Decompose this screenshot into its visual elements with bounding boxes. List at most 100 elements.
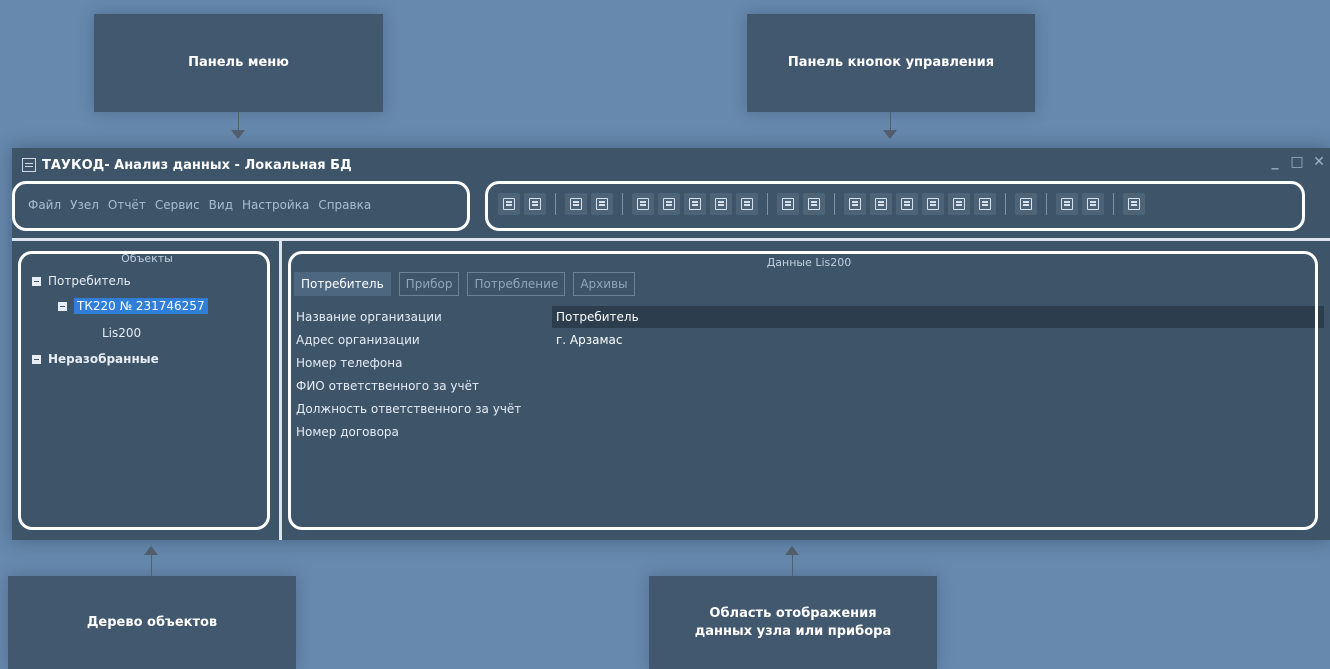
menu-item-node[interactable]: Узел bbox=[70, 198, 99, 212]
menu-item-service[interactable]: Сервис bbox=[155, 198, 200, 212]
toolbar bbox=[490, 186, 1145, 222]
app-logo-icon bbox=[22, 158, 36, 172]
monitor-icon[interactable] bbox=[844, 193, 866, 215]
menu-item-help[interactable]: Справка bbox=[318, 198, 371, 212]
field-value[interactable] bbox=[552, 352, 1324, 374]
database-table-icon[interactable] bbox=[1056, 193, 1078, 215]
callout-data-area-line1: Область отображения bbox=[709, 605, 877, 621]
minimize-icon[interactable]: _ bbox=[1268, 154, 1282, 170]
window-controls: _ □ ✕ bbox=[1268, 154, 1326, 170]
callout-stem bbox=[151, 555, 152, 576]
field-row-contract-number: Номер договора bbox=[294, 421, 1324, 443]
field-row-phone: Номер телефона bbox=[294, 352, 1324, 374]
toolbar-separator bbox=[767, 193, 768, 215]
field-label: Номер телефона bbox=[296, 356, 403, 370]
field-row-org-name: Название организации Потребитель bbox=[294, 306, 1324, 328]
document-icon[interactable] bbox=[736, 193, 758, 215]
export-icon[interactable] bbox=[922, 193, 944, 215]
hand-cursor-icon[interactable] bbox=[896, 193, 918, 215]
database-icon[interactable] bbox=[1082, 193, 1104, 215]
field-label: ФИО ответственного за учёт bbox=[296, 379, 479, 393]
callout-control-buttons-panel: Панель кнопок управления bbox=[747, 14, 1035, 112]
callout-arrow bbox=[883, 130, 897, 139]
close-icon[interactable]: ✕ bbox=[1312, 154, 1326, 170]
list-icon[interactable] bbox=[591, 193, 613, 215]
field-value[interactable]: г. Арзамас bbox=[552, 329, 1324, 351]
data-area-header: Данные Lis200 bbox=[766, 256, 852, 269]
tree-item-lis200[interactable]: Lis200 bbox=[102, 326, 141, 340]
window-title: ТАУКОД- Анализ данных - Локальная БД bbox=[42, 157, 352, 173]
field-value[interactable] bbox=[552, 375, 1324, 397]
tab-consumer[interactable]: Потребитель bbox=[294, 272, 391, 296]
object-tree: Объекты Потребитель ТК220 № 231746257 Li… bbox=[22, 248, 272, 528]
tree-item-label: ТК220 № 231746257 bbox=[74, 298, 208, 314]
field-label: Номер договора bbox=[296, 425, 399, 439]
import-icon[interactable] bbox=[974, 193, 996, 215]
panel-splitter[interactable] bbox=[279, 241, 282, 540]
callout-stem bbox=[792, 555, 793, 576]
field-value[interactable]: Потребитель bbox=[552, 306, 1324, 328]
collapse-icon[interactable] bbox=[32, 276, 41, 286]
tree-item-label: Потребитель bbox=[48, 274, 131, 288]
tab-archives[interactable]: Архивы bbox=[573, 272, 635, 296]
maximize-icon[interactable]: □ bbox=[1290, 154, 1304, 170]
title-bar: ТАУКОД- Анализ данных - Локальная БД _ □… bbox=[12, 148, 1330, 182]
tree-item-label: Lis200 bbox=[102, 326, 142, 340]
toolbar-separator bbox=[834, 193, 835, 215]
callout-stem bbox=[238, 112, 239, 130]
menu-item-view[interactable]: Вид bbox=[209, 198, 233, 212]
callout-arrow bbox=[144, 546, 158, 555]
chart-icon[interactable] bbox=[777, 193, 799, 215]
menu-item-report[interactable]: Отчёт bbox=[108, 198, 146, 212]
tab-bar: Потребитель Прибор Потребление Архивы bbox=[294, 272, 635, 296]
data-area: Данные Lis200 Потребитель Прибор Потребл… bbox=[294, 248, 1324, 528]
callout-object-tree: Дерево объектов bbox=[8, 576, 296, 669]
field-label: Адрес организации bbox=[296, 333, 420, 347]
device-icon[interactable] bbox=[710, 193, 732, 215]
field-row-responsible-position: Должность ответственного за учёт bbox=[294, 398, 1324, 420]
field-value[interactable] bbox=[552, 398, 1324, 420]
callout-data-area-line2: данных узла или прибора bbox=[694, 623, 892, 639]
tab-consumption[interactable]: Потребление bbox=[467, 272, 566, 296]
tree-branch-icon[interactable] bbox=[684, 193, 706, 215]
tree-query-icon[interactable] bbox=[632, 193, 654, 215]
toolbar-separator bbox=[622, 193, 623, 215]
field-row-responsible-name: ФИО ответственного за учёт bbox=[294, 375, 1324, 397]
menu-item-settings[interactable]: Настройка bbox=[242, 198, 309, 212]
calculator-icon[interactable] bbox=[870, 193, 892, 215]
list-add-icon[interactable] bbox=[498, 193, 520, 215]
callout-stem bbox=[890, 112, 891, 130]
stack-icon[interactable] bbox=[1123, 193, 1145, 215]
callout-menu-panel-label: Панель меню bbox=[188, 55, 289, 70]
menu-item-file[interactable]: Файл bbox=[28, 198, 61, 212]
callout-data-area: Область отображения данных узла или приб… bbox=[649, 576, 937, 669]
tree-header: Объекты bbox=[121, 252, 173, 265]
toolbar-separator bbox=[555, 193, 556, 215]
field-label: Должность ответственного за учёт bbox=[296, 402, 522, 416]
add-node-icon[interactable] bbox=[658, 193, 680, 215]
callout-object-tree-label: Дерево объектов bbox=[86, 614, 218, 630]
app-window: ТАУКОД- Анализ данных - Локальная БД _ □… bbox=[12, 148, 1330, 540]
callout-arrow bbox=[785, 546, 799, 555]
tree-item-unsorted[interactable]: Неразобранные bbox=[32, 352, 159, 366]
field-row-org-address: Адрес организации г. Арзамас bbox=[294, 329, 1324, 351]
tree-item-device[interactable]: ТК220 № 231746257 bbox=[58, 298, 208, 314]
callout-menu-panel: Панель меню bbox=[94, 14, 383, 112]
callout-control-buttons-label: Панель кнопок управления bbox=[787, 55, 995, 70]
tree-item-consumer[interactable]: Потребитель bbox=[32, 274, 131, 288]
collapse-icon[interactable] bbox=[58, 301, 67, 311]
toolbar-separator bbox=[1046, 193, 1047, 215]
table-icon[interactable] bbox=[948, 193, 970, 215]
settings-gear-icon[interactable] bbox=[1015, 193, 1037, 215]
report-icon[interactable] bbox=[803, 193, 825, 215]
toolbar-separator bbox=[1113, 193, 1114, 215]
callout-arrow bbox=[231, 130, 245, 139]
toolbar-divider bbox=[12, 238, 1330, 241]
field-value[interactable] bbox=[552, 421, 1324, 443]
list-filter-icon[interactable] bbox=[524, 193, 546, 215]
tree-item-label: Неразобранные bbox=[48, 352, 159, 366]
toolbar-separator bbox=[1005, 193, 1006, 215]
expand-icon[interactable] bbox=[32, 354, 41, 364]
copy-icon[interactable] bbox=[565, 193, 587, 215]
tab-device[interactable]: Прибор bbox=[398, 272, 460, 296]
